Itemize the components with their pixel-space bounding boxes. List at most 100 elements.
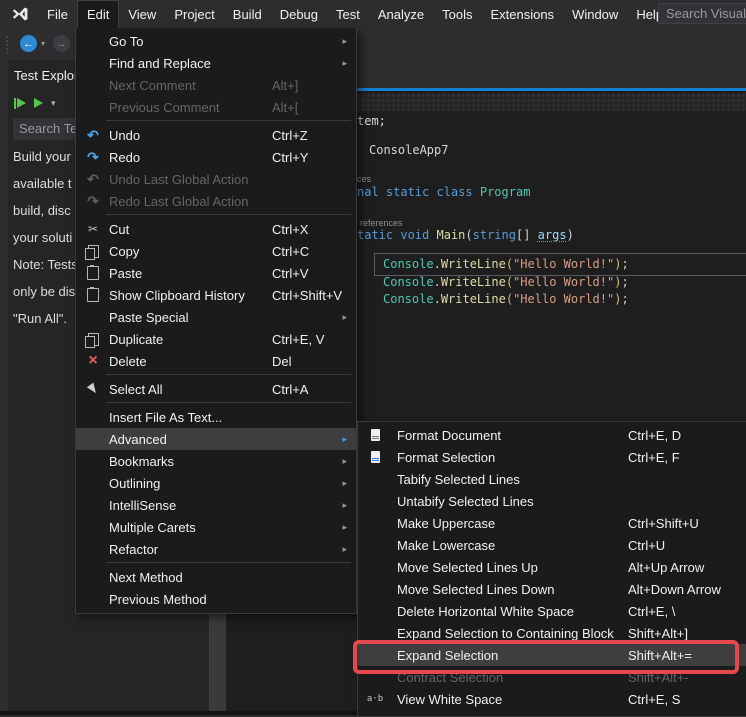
menubar-item-file[interactable]: File [38, 0, 77, 28]
annotation-box [353, 640, 739, 674]
menu-item-delete-horizontal-white-space[interactable]: Delete Horizontal White SpaceCtrl+E, \ [358, 600, 746, 622]
copy-icon [83, 328, 103, 350]
code-line: Console.WriteLine("Hello World!"); [383, 256, 629, 273]
delete-icon: × [83, 350, 103, 372]
menu-item-label: Advanced [109, 432, 167, 447]
menu-item-shortcut: Ctrl+Shift+U [628, 516, 699, 531]
menu-item-label: Select All [109, 382, 162, 397]
menu-item-outlining[interactable]: Outlining ▸ [76, 472, 356, 494]
menu-item-shortcut: Ctrl+E, \ [628, 604, 675, 619]
menu-item-label: Duplicate [109, 332, 163, 347]
menu-item-shortcut: Alt+[ [272, 100, 298, 115]
menu-item-undo[interactable]: ↶UndoCtrl+Z [76, 124, 356, 146]
menu-item-move-selected-lines-down[interactable]: Move Selected Lines DownAlt+Down Arrow [358, 578, 746, 600]
menubar-item-debug[interactable]: Debug [271, 0, 327, 28]
menu-item-intellisense[interactable]: IntelliSense▸ [76, 494, 356, 516]
doc-icon [365, 424, 385, 446]
menu-item-shortcut: Ctrl+E, D [628, 428, 681, 443]
menu-item-label: Previous Comment [109, 100, 220, 115]
menu-item-format-selection[interactable]: Format SelectionCtrl+E, F [358, 446, 746, 468]
menu-item-redo[interactable]: ↷RedoCtrl+Y [76, 146, 356, 168]
menu-item-move-selected-lines-up[interactable]: Move Selected Lines UpAlt+Up Arrow [358, 556, 746, 578]
menu-item-label: Find and Replace [109, 56, 211, 71]
menu-item-duplicate[interactable]: Duplicate Ctrl+E, V [76, 328, 356, 350]
menu-item-shortcut: Ctrl+V [272, 266, 308, 281]
menubar-item-build[interactable]: Build [224, 0, 271, 28]
menu-item-cut[interactable]: ✂CutCtrl+X [76, 218, 356, 240]
menu-item-format-document[interactable]: Format Document Ctrl+E, D [358, 424, 746, 446]
menu-item-label: Format Document [397, 428, 501, 443]
menubar-item-tools[interactable]: Tools [433, 0, 481, 28]
menu-item-label: Outlining [109, 476, 160, 491]
search-visual-studio-input[interactable]: Search Visual St [658, 3, 746, 24]
redo-last-global-action-icon: ↷ [83, 190, 103, 212]
menu-item-shortcut: Ctrl+E, V [272, 332, 324, 347]
menu-item-label: Make Lowercase [397, 538, 495, 553]
menu-item-view-white-space[interactable]: a·bView White SpaceCtrl+E, S [358, 688, 746, 710]
menu-item-advanced[interactable]: Advanced▸ [76, 428, 356, 450]
menubar-item-project[interactable]: Project [165, 0, 223, 28]
menu-item-label: View White Space [397, 692, 502, 707]
menubar: FileEditViewProjectBuildDebugTestAnalyze… [0, 0, 746, 28]
menu-item-delete[interactable]: ×DeleteDel [76, 350, 356, 372]
view-white-space-icon: a·b [365, 688, 385, 710]
menu-item-tabify-selected-lines[interactable]: Tabify Selected Lines [358, 468, 746, 490]
menu-item-undo-last-global-action: ↶Undo Last Global Action [76, 168, 356, 190]
doc-sel-icon [365, 446, 385, 468]
menu-item-shortcut: Ctrl+Y [272, 150, 308, 165]
menu-item-shortcut: Alt+Down Arrow [628, 582, 721, 597]
menu-item-bookmarks[interactable]: Bookmarks▸ [76, 450, 356, 472]
menu-item-untabify-selected-lines[interactable]: Untabify Selected Lines [358, 490, 746, 512]
copy-icon [83, 240, 103, 262]
cut-icon: ✂ [83, 218, 103, 240]
menu-item-find-and-replace[interactable]: Find and Replace ▸ [76, 52, 356, 74]
menu-item-multiple-carets[interactable]: Multiple Carets▸ [76, 516, 356, 538]
menu-item-label: Bookmarks [109, 454, 174, 469]
menu-item-previous-method[interactable]: Previous Method [76, 588, 356, 610]
menubar-item-view[interactable]: View [119, 0, 165, 28]
submenu-arrow-icon: ▸ [342, 500, 347, 511]
toolbar-grip[interactable] [5, 35, 9, 53]
code-line: nal static class Program [357, 184, 530, 201]
menu-item-copy[interactable]: CopyCtrl+C [76, 240, 356, 262]
menu-item-paste[interactable]: Paste Ctrl+V [76, 262, 356, 284]
menu-item-label: Paste Special [109, 310, 189, 325]
menu-item-label: Undo Last Global Action [109, 172, 248, 187]
menu-item-shortcut: Alt+Up Arrow [628, 560, 704, 575]
menu-item-go-to[interactable]: Go To▸ [76, 30, 356, 52]
menu-item-label: Expand Selection to Containing Block [397, 626, 614, 641]
navigate-back-caret-icon[interactable]: ▾ [41, 39, 45, 48]
menu-item-select-all[interactable]: Select AllCtrl+A [76, 378, 356, 400]
menu-item-label: Paste [109, 266, 142, 281]
code-line: Console.WriteLine("Hello World!"); [383, 274, 629, 291]
submenu-arrow-icon: ▸ [342, 58, 347, 69]
menu-item-make-uppercase[interactable]: Make Uppercase Ctrl+Shift+U [358, 512, 746, 534]
cursor-icon [83, 378, 103, 400]
code-line: tem; [357, 113, 386, 130]
menu-item-shortcut: Ctrl+E, F [628, 450, 680, 465]
edit-menu-dropdown: Go To▸ Find and Replace ▸ Next CommentAlt+]… [75, 28, 357, 614]
menu-item-label: Cut [109, 222, 129, 237]
menu-item-insert-file-as-text[interactable]: Insert File As Text... [76, 406, 356, 428]
menu-item-label: Untabify Selected Lines [397, 494, 534, 509]
menu-item-next-method[interactable]: Next Method [76, 566, 356, 588]
menu-item-show-clipboard-history[interactable]: Show Clipboard HistoryCtrl+Shift+V [76, 284, 356, 306]
submenu-arrow-icon: ▸ [342, 478, 347, 489]
menubar-item-analyze[interactable]: Analyze [369, 0, 433, 28]
paste-icon [83, 284, 103, 306]
code-line: Console.WriteLine("Hello World!"); [383, 291, 629, 308]
navigate-back-button[interactable]: ← [20, 35, 37, 52]
menubar-item-window[interactable]: Window [563, 0, 627, 28]
menubar-item-test[interactable]: Test [327, 0, 369, 28]
menu-item-shortcut: Shift+Alt+] [628, 626, 688, 641]
menu-item-paste-special[interactable]: Paste Special▸ [76, 306, 356, 328]
menu-item-make-lowercase[interactable]: Make LowercaseCtrl+U [358, 534, 746, 556]
menu-item-label: Show Clipboard History [109, 288, 245, 303]
menubar-item-extensions[interactable]: Extensions [481, 0, 563, 28]
menu-item-label: Previous Method [109, 592, 207, 607]
menu-item-refactor[interactable]: Refactor▸ [76, 538, 356, 560]
menu-item-label: Make Uppercase [397, 516, 495, 531]
navigate-forward-button[interactable]: → [53, 35, 70, 52]
menubar-item-edit[interactable]: Edit [77, 0, 119, 28]
menu-item-next-comment: Next CommentAlt+] [76, 74, 356, 96]
